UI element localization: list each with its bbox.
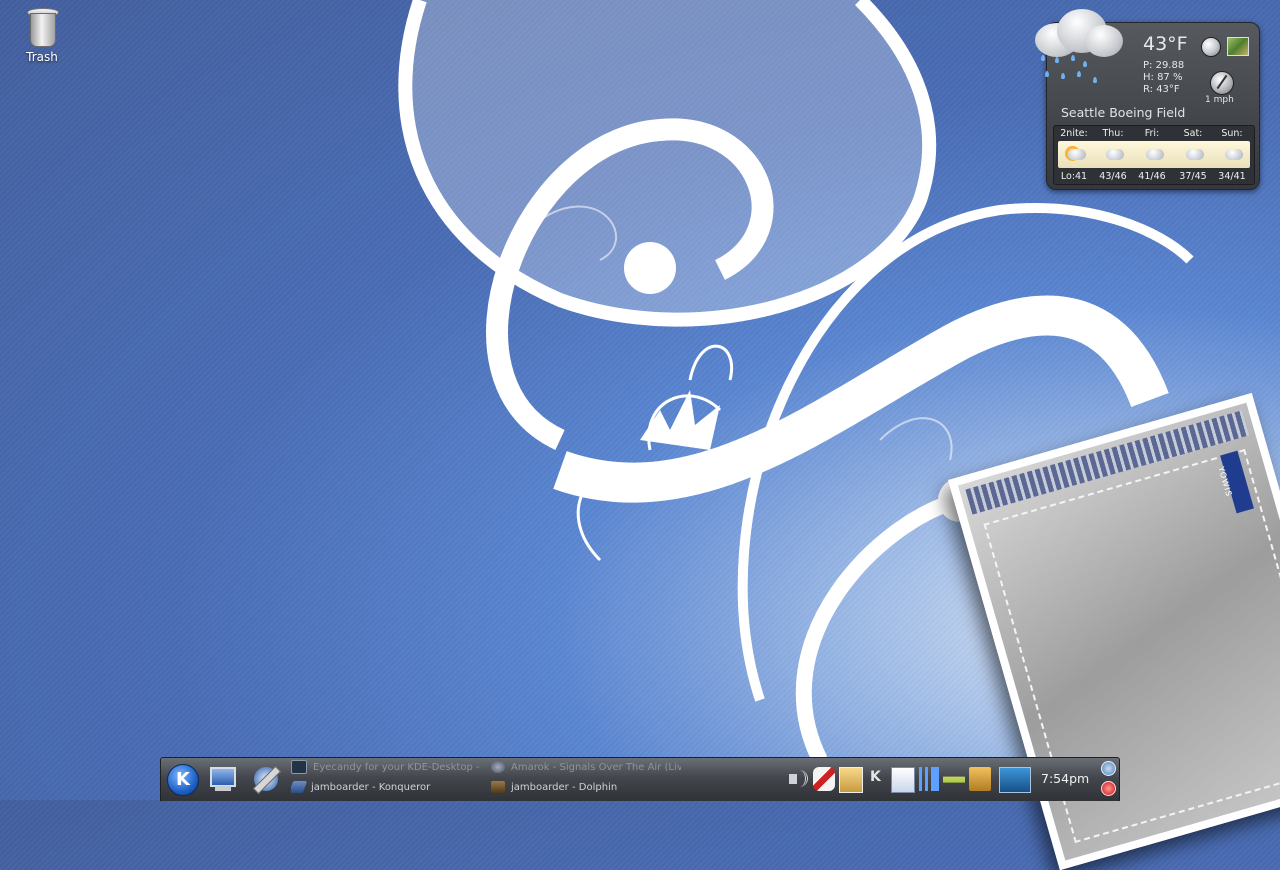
forecast-day: Sat: <box>1183 128 1203 139</box>
task-amarok[interactable]: Amarok - Signals Over The Air (Live <box>491 759 681 777</box>
logout-icon[interactable] <box>1101 781 1116 796</box>
desktop-icon-trash[interactable]: Trash <box>16 8 68 64</box>
weather-pressure: P: 29.88 <box>1143 60 1185 71</box>
task-label: jamboarder - Konqueror <box>311 782 431 793</box>
weather-temperature: 43°F <box>1143 33 1188 55</box>
forecast-temp: Lo:41 <box>1060 171 1088 182</box>
weather-realfeel: R: 43°F <box>1143 84 1180 95</box>
wind-compass-icon <box>1210 71 1234 95</box>
task-konqueror[interactable]: jamboarder - Konqueror <box>291 779 481 797</box>
forecast-temp: 43/46 <box>1099 171 1127 182</box>
rain-cloud-icon <box>1035 9 1125 83</box>
desktop-pager[interactable] <box>999 767 1031 793</box>
desktop-icon-label: Trash <box>26 50 58 64</box>
klipper-icon[interactable] <box>813 767 835 791</box>
weather-widget[interactable]: 43°F P: 29.88 H: 87 % R: 43°F 1 mph Seat… <box>1035 9 1260 190</box>
task-label: Amarok - Signals Over The Air (Live <box>511 762 681 773</box>
task-label: jamboarder - Dolphin <box>511 782 618 793</box>
system-computer-icon[interactable] <box>207 764 237 794</box>
clock[interactable]: 7:54pm <box>1041 771 1089 786</box>
lock-screen-icon[interactable] <box>1101 761 1116 776</box>
weather-forecast: 2nite: Thu: Fri: Sat: Sun: Lo:41 43/46 4… <box>1053 125 1255 185</box>
partly-cloudy-icon <box>1064 144 1086 164</box>
forecast-temp: 37/45 <box>1179 171 1207 182</box>
forecast-temp: 41/46 <box>1138 171 1166 182</box>
network-signal-icon[interactable] <box>917 767 939 791</box>
rain-icon <box>1221 144 1243 164</box>
forecast-day: Sun: <box>1221 128 1243 139</box>
kde-icon[interactable] <box>865 767 887 791</box>
task-eyecandy[interactable]: Eyecandy for your KDE-Desktop - Ko <box>291 759 481 777</box>
document-icon[interactable] <box>891 767 915 793</box>
weather-city: Seattle Boeing Field <box>1061 105 1186 120</box>
system-settings-icon[interactable] <box>251 764 282 795</box>
battery-icon[interactable] <box>943 776 965 783</box>
task-dolphin[interactable]: jamboarder - Dolphin <box>491 779 681 797</box>
satellite-map-icon[interactable] <box>1227 37 1249 56</box>
task-label: Eyecandy for your KDE-Desktop - Ko <box>313 762 481 773</box>
kde-look-icon <box>291 760 307 774</box>
weather-humidity: H: 87 % <box>1143 72 1183 83</box>
forecast-day: Thu: <box>1102 128 1124 139</box>
weather-wind-speed: 1 mph <box>1205 95 1234 105</box>
forecast-temp: 34/41 <box>1218 171 1246 182</box>
amarok-icon <box>491 761 505 773</box>
globe-icon[interactable] <box>1201 37 1221 57</box>
taskbar: Eyecandy for your KDE-Desktop - Ko Amaro… <box>160 757 1120 801</box>
konqueror-icon <box>291 781 308 793</box>
forecast-day: Fri: <box>1144 128 1160 139</box>
showers-icon <box>1182 144 1204 164</box>
kde-menu-button[interactable] <box>167 764 199 796</box>
trash-icon <box>27 8 59 47</box>
dolphin-icon <box>491 781 505 793</box>
forecast-day: 2nite: <box>1060 128 1088 139</box>
rain-icon <box>1142 144 1164 164</box>
volume-icon[interactable] <box>787 767 809 791</box>
photo-icon[interactable] <box>839 767 863 793</box>
rain-icon <box>1102 144 1124 164</box>
folder-icon[interactable] <box>969 767 991 791</box>
